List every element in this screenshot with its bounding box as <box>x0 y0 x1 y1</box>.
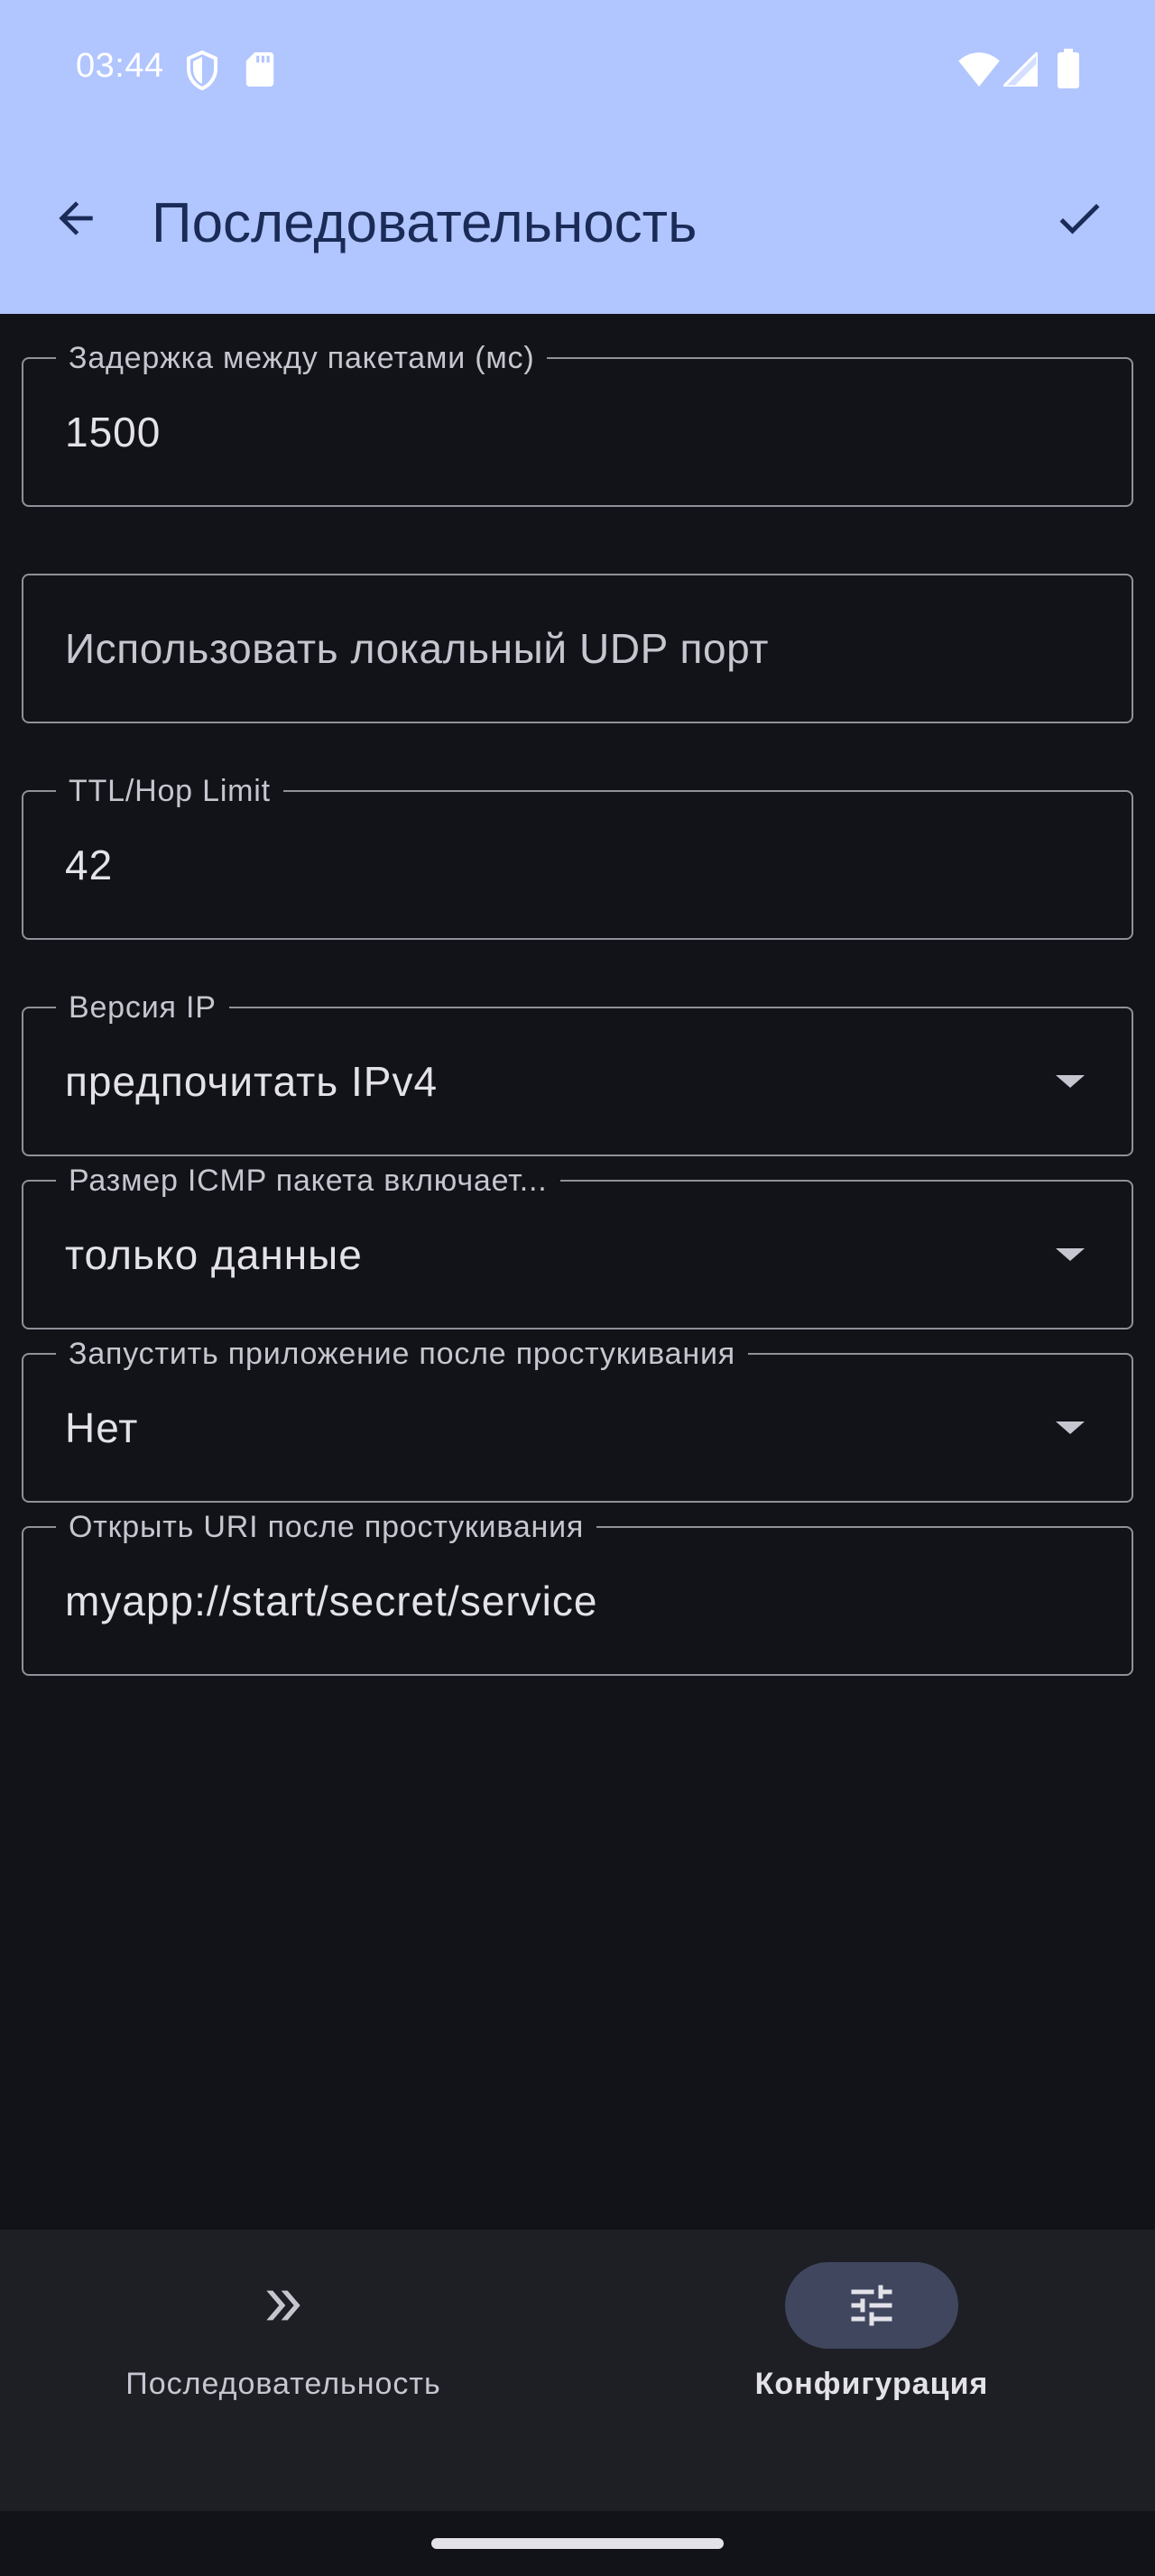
dropdown-arrow-icon <box>1056 1075 1085 1088</box>
ttl-field-value: 42 <box>65 842 114 888</box>
local-udp-port-field[interactable]: Использовать локальный UDP порт <box>22 574 1133 723</box>
nav-item-configuration[interactable]: Конфигурация <box>619 2262 1124 2424</box>
check-icon <box>1059 204 1100 235</box>
shield-icon <box>184 50 220 95</box>
nav-label-configuration: Конфигурация <box>754 2367 989 2401</box>
dropdown-arrow-icon <box>1056 1248 1085 1261</box>
bottom-navigation: Последовательность Конфигурация <box>0 2230 1155 2511</box>
cellular-signal-icon <box>1000 49 1040 91</box>
nav-item-sequence[interactable]: Последовательность <box>31 2262 536 2424</box>
open-uri-field[interactable]: Открыть URI после простукивания myapp://… <box>22 1510 1133 1676</box>
wifi-icon <box>958 52 1000 91</box>
nav-label-sequence: Последовательность <box>125 2367 441 2401</box>
launch-app-dropdown[interactable]: Запустить приложение после простукивания… <box>22 1337 1133 1503</box>
sd-card-icon <box>245 52 274 91</box>
gesture-handle[interactable] <box>431 2538 724 2549</box>
app-screen: 03:44 Последовательность Задержка между … <box>0 0 1155 2576</box>
delay-field[interactable]: Задержка между пакетами (мс) 1500 <box>22 341 1133 507</box>
ip-version-value: предпочитать IPv4 <box>65 1058 439 1105</box>
nav-active-indicator <box>785 2262 958 2349</box>
ttl-field-label: TTL/Hop Limit <box>56 774 283 808</box>
launch-app-value: Нет <box>65 1404 139 1451</box>
double-chevron-right-icon <box>266 2290 300 2321</box>
top-area: 03:44 Последовательность <box>0 0 1155 314</box>
status-time: 03:44 <box>76 47 164 85</box>
battery-icon <box>1058 49 1079 93</box>
delay-field-label: Задержка между пакетами (мс) <box>56 341 548 375</box>
arrow-back-icon <box>59 201 93 235</box>
delay-field-value: 1500 <box>65 409 162 455</box>
nav-icon-container <box>197 2262 370 2349</box>
icmp-size-value: только данные <box>65 1231 363 1278</box>
ip-version-dropdown[interactable]: Версия IP предпочитать IPv4 <box>22 990 1133 1156</box>
launch-app-label: Запустить приложение после простукивания <box>56 1337 748 1371</box>
open-uri-value: myapp://start/secret/service <box>65 1578 598 1624</box>
dropdown-arrow-icon <box>1056 1421 1085 1434</box>
open-uri-label: Открыть URI после простукивания <box>56 1510 597 1544</box>
ip-version-label: Версия IP <box>56 990 229 1025</box>
page-title: Последовательность <box>152 192 698 254</box>
ttl-field[interactable]: TTL/Hop Limit 42 <box>22 774 1133 940</box>
tune-icon <box>851 2285 892 2326</box>
back-button[interactable] <box>40 182 112 254</box>
local-udp-port-placeholder: Использовать локальный UDP порт <box>65 625 770 672</box>
status-bar: 03:44 <box>0 0 1155 144</box>
icmp-size-dropdown[interactable]: Размер ICMP пакета включает... только да… <box>22 1164 1133 1329</box>
gesture-navigation-area <box>0 2511 1155 2576</box>
app-bar: Последовательность <box>0 144 1155 314</box>
icmp-size-label: Размер ICMP пакета включает... <box>56 1164 560 1198</box>
confirm-button[interactable] <box>1043 182 1115 254</box>
